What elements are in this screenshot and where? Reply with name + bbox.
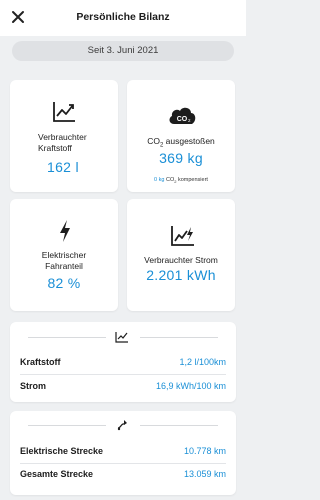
date-range-pill: Seit 3. Juni 2021 — [12, 41, 234, 61]
electric-share-card: Elektrischer Fahranteil 82 % — [10, 199, 118, 311]
section-divider-left — [28, 337, 106, 338]
electric-share-label: Elektrischer Fahranteil — [41, 250, 87, 271]
distance-row-total: Gesamte Strecke 13.059 km — [20, 469, 226, 483]
power-card: Verbrauchter Strom 2.201 kWh — [127, 199, 235, 311]
section-divider-right — [140, 337, 218, 338]
row-label: Gesamte Strecke — [20, 469, 94, 479]
section-divider-right — [140, 425, 218, 426]
co2-compensated: 0 kg CO2 kompensiert — [154, 177, 208, 185]
fuel-label: Verbrauchter Kraftstoff — [38, 132, 87, 153]
row-label: Kraftstoff — [20, 357, 61, 367]
co2-value: 369 kg — [159, 150, 203, 166]
row-label: Elektrische Strecke — [20, 446, 104, 456]
row-label: Strom — [20, 381, 47, 391]
row-divider — [20, 463, 226, 464]
power-value: 2.201 kWh — [146, 267, 216, 283]
section-divider-left — [28, 425, 106, 426]
header-bar: Persönliche Bilanz — [0, 0, 246, 36]
lightning-icon — [60, 220, 70, 242]
electric-chart-icon — [171, 226, 194, 246]
row-value: 10.778 km — [183, 446, 226, 456]
row-value: 16,9 kWh/100 km — [155, 381, 226, 391]
page-title: Persönliche Bilanz — [76, 11, 170, 23]
electric-share-value: 82 % — [47, 275, 81, 291]
fuel-value: 162 l — [47, 159, 79, 175]
co2-icon-text: CO — [177, 116, 188, 123]
distance-row-electric: Elektrische Strecke 10.778 km — [20, 446, 226, 460]
co2-card: CO 2 CO2 ausgestoßen 369 kg 0 kg CO2 kom… — [127, 80, 235, 192]
row-value: 13.059 km — [183, 469, 226, 479]
consumption-row-power: Strom 16,9 kWh/100 km — [20, 381, 226, 395]
power-label: Verbrauchter Strom — [144, 255, 218, 265]
line-chart-icon — [115, 332, 128, 343]
co2-cloud-icon: CO 2 — [169, 107, 196, 124]
row-value: 1,2 l/100km — [179, 357, 226, 367]
fuel-card: Verbrauchter Kraftstoff 162 l — [10, 80, 118, 192]
consumption-row-fuel: Kraftstoff 1,2 l/100km — [20, 357, 226, 371]
row-divider — [20, 374, 226, 375]
route-icon — [117, 420, 127, 431]
line-chart-icon — [53, 102, 75, 122]
